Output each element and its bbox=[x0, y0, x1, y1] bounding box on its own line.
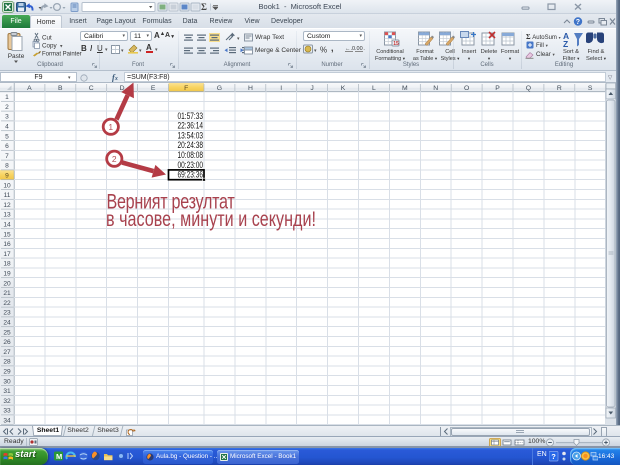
svg-text:▾: ▾ bbox=[121, 48, 124, 54]
svg-text:26: 26 bbox=[3, 339, 11, 346]
svg-text:Copy: Copy bbox=[42, 42, 58, 49]
svg-text:27: 27 bbox=[3, 349, 11, 356]
svg-text:%: % bbox=[320, 46, 327, 55]
svg-text:28: 28 bbox=[3, 359, 11, 366]
svg-text:K: K bbox=[341, 85, 346, 92]
svg-text:31: 31 bbox=[3, 388, 11, 395]
svg-text:17: 17 bbox=[3, 251, 11, 258]
svg-text:O: O bbox=[464, 85, 469, 92]
svg-text:34: 34 bbox=[3, 418, 11, 425]
svg-text:L: L bbox=[372, 85, 376, 92]
svg-text:M: M bbox=[56, 452, 62, 461]
svg-text:24: 24 bbox=[3, 320, 11, 327]
svg-text:33: 33 bbox=[3, 408, 11, 415]
svg-text:в часове, минути и секунди!: в часове, минути и секунди! bbox=[106, 208, 316, 232]
svg-text:▾: ▾ bbox=[60, 43, 63, 49]
svg-text:▾: ▾ bbox=[237, 36, 240, 42]
svg-text:▾: ▾ bbox=[314, 48, 317, 54]
svg-text:R: R bbox=[557, 85, 562, 92]
svg-text:Cut: Cut bbox=[42, 34, 52, 41]
svg-text:25: 25 bbox=[3, 329, 11, 336]
svg-text:2: 2 bbox=[112, 154, 117, 164]
svg-text:22: 22 bbox=[3, 300, 11, 307]
svg-text:Q: Q bbox=[526, 85, 531, 92]
svg-text:?: ? bbox=[576, 19, 580, 26]
svg-text:21: 21 bbox=[3, 290, 11, 297]
svg-text:M: M bbox=[402, 85, 408, 92]
svg-text:P: P bbox=[495, 85, 500, 92]
svg-text:30: 30 bbox=[3, 378, 11, 385]
svg-text:1: 1 bbox=[108, 122, 113, 132]
svg-text:32: 32 bbox=[3, 398, 11, 405]
svg-text:20: 20 bbox=[3, 280, 11, 287]
svg-text:Format Painter: Format Painter bbox=[42, 51, 82, 57]
svg-text:23: 23 bbox=[3, 310, 11, 317]
svg-text:Z: Z bbox=[563, 39, 568, 48]
svg-text:29: 29 bbox=[3, 369, 11, 376]
svg-text:15: 15 bbox=[393, 41, 399, 47]
svg-text:?: ? bbox=[551, 452, 556, 461]
svg-text:,: , bbox=[331, 44, 334, 53]
svg-text:Σ: Σ bbox=[201, 2, 207, 12]
svg-text:19: 19 bbox=[3, 271, 11, 278]
svg-text:16: 16 bbox=[3, 241, 11, 248]
svg-text:N: N bbox=[433, 85, 438, 92]
svg-text:18: 18 bbox=[3, 261, 11, 268]
svg-text:S: S bbox=[588, 85, 593, 92]
svg-text:▾: ▾ bbox=[139, 48, 142, 54]
